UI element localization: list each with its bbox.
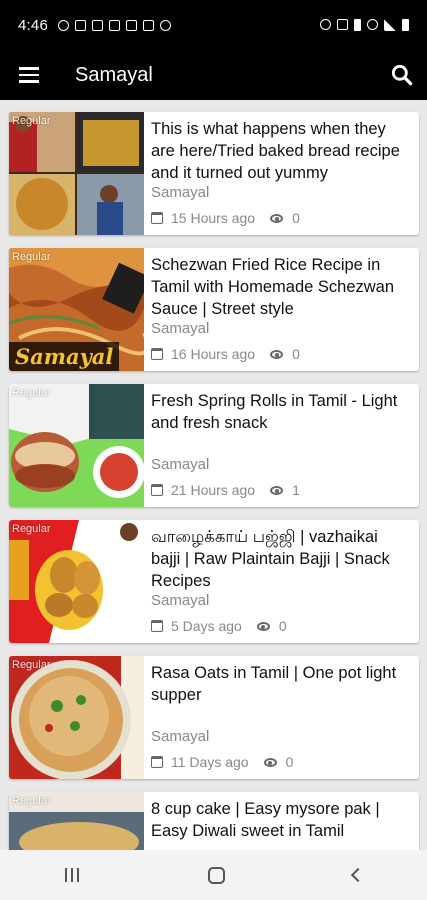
category-label: Regular	[12, 523, 51, 535]
status-system-icons	[320, 19, 409, 31]
calendar-icon	[151, 212, 163, 224]
notification-icon	[143, 19, 154, 31]
video-thumbnail[interactable]: Regular Samayal	[9, 248, 144, 371]
upload-age: 5 Days ago	[171, 618, 242, 634]
video-card[interactable]: Regular This is what happens when they a…	[9, 112, 419, 235]
eye-icon	[263, 757, 277, 767]
video-thumbnail[interactable]: Regular	[9, 112, 144, 235]
video-meta: 15 Hours ago 0	[151, 210, 300, 226]
calendar-icon	[151, 620, 163, 632]
view-count: 1	[292, 482, 300, 498]
video-meta: 5 Days ago 0	[151, 618, 287, 634]
video-title[interactable]: வாழைக்காய் பஜ்ஜி | vazhaikai bajji | Raw…	[151, 526, 411, 592]
video-thumbnail[interactable]: Regular	[9, 656, 144, 779]
video-info: வாழைக்காய் பஜ்ஜி | vazhaikai bajji | Raw…	[144, 520, 419, 643]
channel-name: Samayal	[151, 592, 210, 609]
channel-name: Samayal	[151, 728, 210, 745]
eye-icon	[256, 621, 270, 631]
video-card[interactable]: Regular 8 cup cake | Easy mysore pak | E…	[9, 792, 419, 850]
notification-icon	[109, 19, 120, 31]
category-label: Regular	[12, 659, 51, 671]
video-meta: 16 Hours ago 0	[151, 346, 300, 362]
video-thumbnail[interactable]: Regular	[9, 792, 144, 850]
category-label: Regular	[12, 387, 51, 399]
video-info: Rasa Oats in Tamil | One pot light suppe…	[144, 656, 419, 779]
video-info: 8 cup cake | Easy mysore pak | Easy Diwa…	[144, 792, 419, 850]
video-info: Fresh Spring Rolls in Tamil - Light and …	[144, 384, 419, 507]
nav-back-icon[interactable]	[350, 867, 366, 883]
wifi-icon	[367, 19, 378, 30]
video-card[interactable]: Regular Rasa Oats in Tamil | One pot lig…	[9, 656, 419, 779]
eye-icon	[270, 213, 284, 223]
channel-name: Samayal	[151, 456, 210, 473]
status-bar: 4:46	[0, 0, 427, 50]
calendar-icon	[151, 348, 163, 360]
video-title[interactable]: Fresh Spring Rolls in Tamil - Light and …	[151, 390, 411, 434]
channel-name: Samayal	[151, 184, 210, 201]
system-nav-bar	[0, 850, 427, 900]
nav-home-icon[interactable]	[208, 866, 225, 884]
status-time: 4:46	[18, 16, 48, 34]
video-meta: 21 Hours ago 1	[151, 482, 300, 498]
notification-icon	[126, 19, 137, 31]
video-title[interactable]: 8 cup cake | Easy mysore pak | Easy Diwa…	[151, 798, 411, 842]
notification-icon	[160, 19, 171, 31]
category-label: Regular	[12, 115, 51, 127]
video-thumbnail[interactable]: Regular	[9, 384, 144, 507]
video-thumbnail[interactable]: Regular	[9, 520, 144, 643]
video-title[interactable]: Schezwan Fried Rice Recipe in Tamil with…	[151, 254, 411, 320]
menu-icon[interactable]	[0, 50, 58, 100]
calendar-icon	[151, 484, 163, 496]
category-label: Regular	[12, 795, 51, 807]
app-title: Samayal	[75, 63, 153, 86]
view-count: 0	[278, 618, 287, 634]
upload-age: 16 Hours ago	[171, 346, 256, 362]
view-count: 0	[292, 346, 300, 362]
calendar-icon	[151, 756, 163, 768]
notification-icon	[75, 19, 86, 31]
upload-age: 21 Hours ago	[171, 482, 256, 498]
video-meta: 11 Days ago 0	[151, 754, 293, 770]
alarm-icon	[320, 19, 331, 30]
signal-icon	[384, 19, 396, 31]
notification-icon	[92, 19, 103, 31]
video-info: Schezwan Fried Rice Recipe in Tamil with…	[144, 248, 419, 371]
notification-icon	[58, 19, 69, 31]
nav-recent-icon[interactable]	[64, 868, 80, 882]
channel-watermark: Samayal	[9, 342, 120, 371]
view-count: 0	[292, 210, 300, 226]
video-info: This is what happens when they are here/…	[144, 112, 419, 235]
video-card[interactable]: Regular Fresh Spring Rolls in Tamil - Li…	[9, 384, 419, 507]
battery-icon	[402, 19, 409, 31]
video-title[interactable]: Rasa Oats in Tamil | One pot light suppe…	[151, 662, 411, 706]
eye-icon	[270, 349, 284, 359]
video-card[interactable]: Regular Samayal Schezwan Fried Rice Reci…	[9, 248, 419, 371]
eye-icon	[270, 485, 284, 495]
view-count: 0	[285, 754, 294, 770]
video-title[interactable]: This is what happens when they are here/…	[151, 118, 411, 184]
app-bar: Samayal	[0, 50, 427, 100]
battery-saver-icon	[354, 19, 361, 31]
mute-icon	[337, 19, 348, 30]
video-list[interactable]: Regular This is what happens when they a…	[0, 100, 427, 850]
upload-age: 15 Hours ago	[171, 210, 256, 226]
video-card[interactable]: Regular வாழைக்காய் பஜ்ஜி | vazhaikai baj…	[9, 520, 419, 643]
search-icon[interactable]	[389, 62, 415, 88]
status-notification-icons	[58, 19, 171, 31]
upload-age: 11 Days ago	[171, 754, 249, 770]
channel-name: Samayal	[151, 320, 210, 337]
category-label: Regular	[12, 251, 51, 263]
